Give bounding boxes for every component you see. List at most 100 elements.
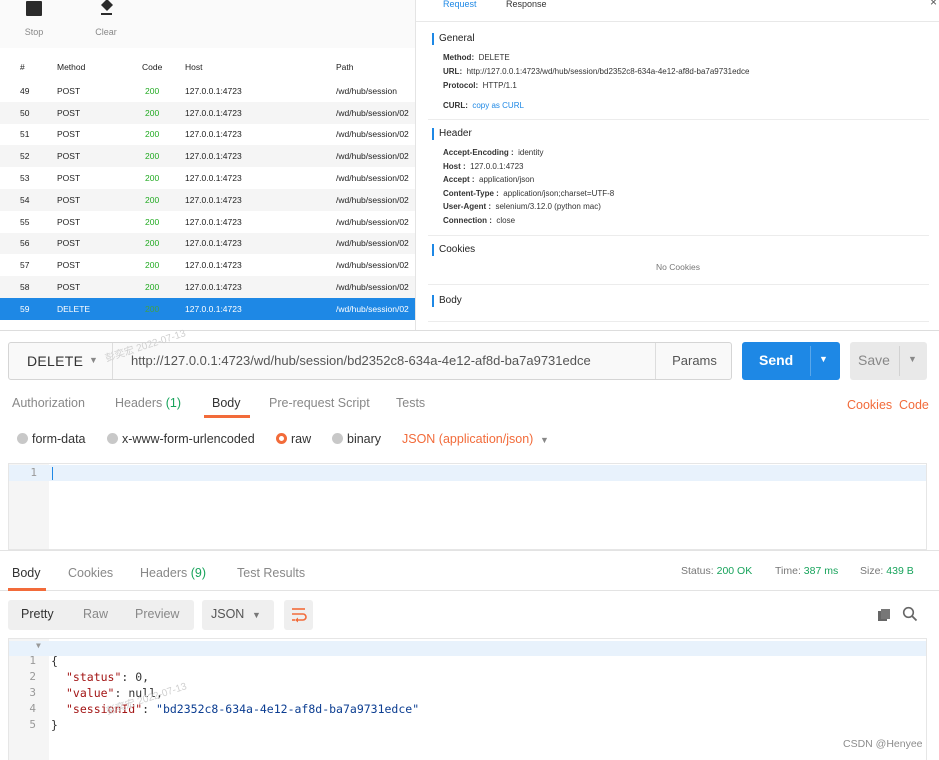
response-tab-test-results[interactable]: Test Results: [237, 566, 305, 580]
code-line: 3 "value": null,: [29, 686, 163, 700]
send-button[interactable]: Send ▼: [742, 342, 840, 380]
method-value: DELETE: [27, 353, 84, 369]
method-select[interactable]: DELETE ▼: [9, 343, 113, 379]
cell-code: 200: [145, 303, 160, 314]
header-item: Accept : application/json: [443, 175, 535, 184]
code-line: 1 ▼{: [29, 641, 58, 668]
caret-down-icon[interactable]: ▼: [908, 354, 917, 364]
radio-form-data[interactable]: form-data: [17, 432, 86, 446]
raw-button[interactable]: Raw: [83, 607, 108, 621]
caret-down-icon[interactable]: ▼: [819, 354, 828, 364]
table-row[interactable]: 54 POST 200 127.0.0.1:4723/wd/hub/session/0…: [0, 188, 415, 211]
col-header-code: Code: [142, 62, 163, 72]
header-item: User-Agent : selenium/3.12.0 (python mac…: [443, 202, 601, 211]
cell-path: /wd/hub/session/02: [336, 303, 409, 314]
cell-host: 127.0.0.1:4723: [185, 173, 242, 184]
radio-urlencoded[interactable]: x-www-form-urlencoded: [107, 432, 255, 446]
cell-method: POST: [57, 151, 81, 162]
table-row[interactable]: 55 POST 200 127.0.0.1:4723/wd/hub/session/0…: [0, 211, 415, 233]
header-section-title: Header: [432, 128, 472, 140]
cell-code: 200: [145, 173, 160, 184]
wrap-lines-button[interactable]: [284, 600, 313, 630]
radio-icon: [332, 433, 343, 444]
current-line-highlight: [9, 641, 926, 656]
eraser-icon: [101, 0, 113, 15]
request-body-editor[interactable]: 1: [8, 463, 927, 550]
radio-binary[interactable]: binary: [332, 432, 381, 446]
cell-host: 127.0.0.1:4723: [185, 303, 242, 314]
cell-host: 127.0.0.1:4723: [185, 151, 242, 162]
cell-path: /wd/hub/session/02: [336, 260, 409, 271]
text-cursor: [52, 467, 53, 480]
tab-authorization[interactable]: Authorization: [12, 396, 85, 410]
cookies-link[interactable]: Cookies: [847, 398, 892, 412]
cell-num: 59: [20, 303, 30, 314]
tab-tests[interactable]: Tests: [396, 396, 425, 410]
cookies-section-title: Cookies: [432, 244, 475, 256]
cell-path: /wd/hub/session/02: [336, 129, 409, 140]
fold-caret-icon[interactable]: ▼: [36, 641, 41, 650]
radio-raw[interactable]: raw: [276, 432, 311, 446]
cell-code: 200: [145, 85, 160, 96]
params-button[interactable]: Params: [655, 343, 733, 379]
content-type-select[interactable]: JSON (application/json): [402, 432, 533, 446]
radio-icon: [107, 433, 118, 444]
table-row[interactable]: 52 POST 200 127.0.0.1:4723/wd/hub/session/0…: [0, 145, 415, 168]
tab-headers[interactable]: Headers (1): [115, 396, 181, 410]
copy-as-curl-link[interactable]: copy as CURL: [472, 101, 524, 110]
table-row[interactable]: 58 POST 200 127.0.0.1:4723/wd/hub/session/0…: [0, 276, 415, 298]
code-link[interactable]: Code: [899, 398, 929, 412]
tab-response[interactable]: Response: [506, 0, 547, 9]
response-tab-body[interactable]: Body: [12, 566, 41, 580]
cell-num: 51: [20, 129, 30, 140]
table-row[interactable]: 56 POST 200 127.0.0.1:4723/wd/hub/session/0…: [0, 232, 415, 255]
table-row-selected[interactable]: 59 DELETE 200 127.0.0.1:4723/wd/hub/session…: [0, 297, 415, 320]
response-toolbar: Pretty Raw Preview JSON ▼: [0, 598, 939, 632]
cell-method: POST: [57, 216, 81, 227]
cell-path: /wd/hub/session/02: [336, 107, 409, 118]
caret-down-icon[interactable]: ▼: [540, 435, 549, 445]
cell-method: POST: [57, 194, 81, 205]
cell-path: /wd/hub/session/02: [336, 282, 409, 293]
close-icon[interactable]: ×: [930, 0, 937, 9]
caret-down-icon: ▼: [252, 610, 261, 620]
table-row[interactable]: 51 POST 200 127.0.0.1:4723/wd/hub/session/0…: [0, 124, 415, 146]
pretty-button[interactable]: Pretty: [21, 607, 54, 621]
divider: [428, 119, 929, 120]
cell-num: 52: [20, 151, 30, 162]
request-tabs: Authorization Headers (1) Body Pre-reque…: [0, 392, 939, 418]
cell-host: 127.0.0.1:4723: [185, 129, 242, 140]
table-row[interactable]: 53 POST 200 127.0.0.1:4723/wd/hub/session/0…: [0, 167, 415, 189]
table-row[interactable]: 49 POST 200 127.0.0.1:4723/wd/hub/session: [0, 80, 415, 102]
divider: [899, 346, 900, 376]
tab-body[interactable]: Body: [212, 396, 241, 410]
header-item: Connection : close: [443, 215, 516, 225]
table-row[interactable]: 57 POST 200 127.0.0.1:4723/wd/hub/session/0…: [0, 254, 415, 276]
format-select[interactable]: JSON ▼: [202, 600, 274, 630]
preview-button[interactable]: Preview: [135, 607, 179, 621]
stop-icon: [26, 1, 42, 16]
response-tab-cookies[interactable]: Cookies: [68, 566, 113, 580]
cell-num: 56: [20, 238, 30, 249]
cell-method: DELETE: [57, 303, 91, 314]
url-input[interactable]: http://127.0.0.1:4723/wd/hub/session/bd2…: [131, 353, 591, 368]
cell-code: 200: [145, 151, 160, 162]
cell-host: 127.0.0.1:4723: [185, 194, 242, 205]
request-list-header: # Method Code Host Path: [0, 54, 415, 80]
tab-pre-request-script[interactable]: Pre-request Script: [269, 396, 370, 410]
table-row[interactable]: 50 POST 200 127.0.0.1:4723/wd/hub/session/0…: [0, 101, 415, 124]
tab-request[interactable]: Request: [443, 0, 477, 9]
cell-path: /wd/hub/session/02: [336, 194, 409, 205]
send-label: Send: [759, 352, 794, 368]
request-detail-panel: Request Response × General Method: DELET…: [415, 0, 939, 330]
response-tab-headers[interactable]: Headers (9): [140, 566, 206, 580]
copy-icon[interactable]: [877, 608, 891, 622]
save-button[interactable]: Save ▼: [850, 342, 927, 380]
divider: [428, 284, 929, 285]
caret-down-icon: ▼: [89, 355, 98, 365]
cell-host: 127.0.0.1:4723: [185, 107, 242, 118]
cell-num: 54: [20, 194, 30, 205]
header-item: Host : 127.0.0.1:4723: [443, 161, 524, 171]
search-icon[interactable]: [902, 606, 918, 622]
cell-method: POST: [57, 107, 81, 118]
